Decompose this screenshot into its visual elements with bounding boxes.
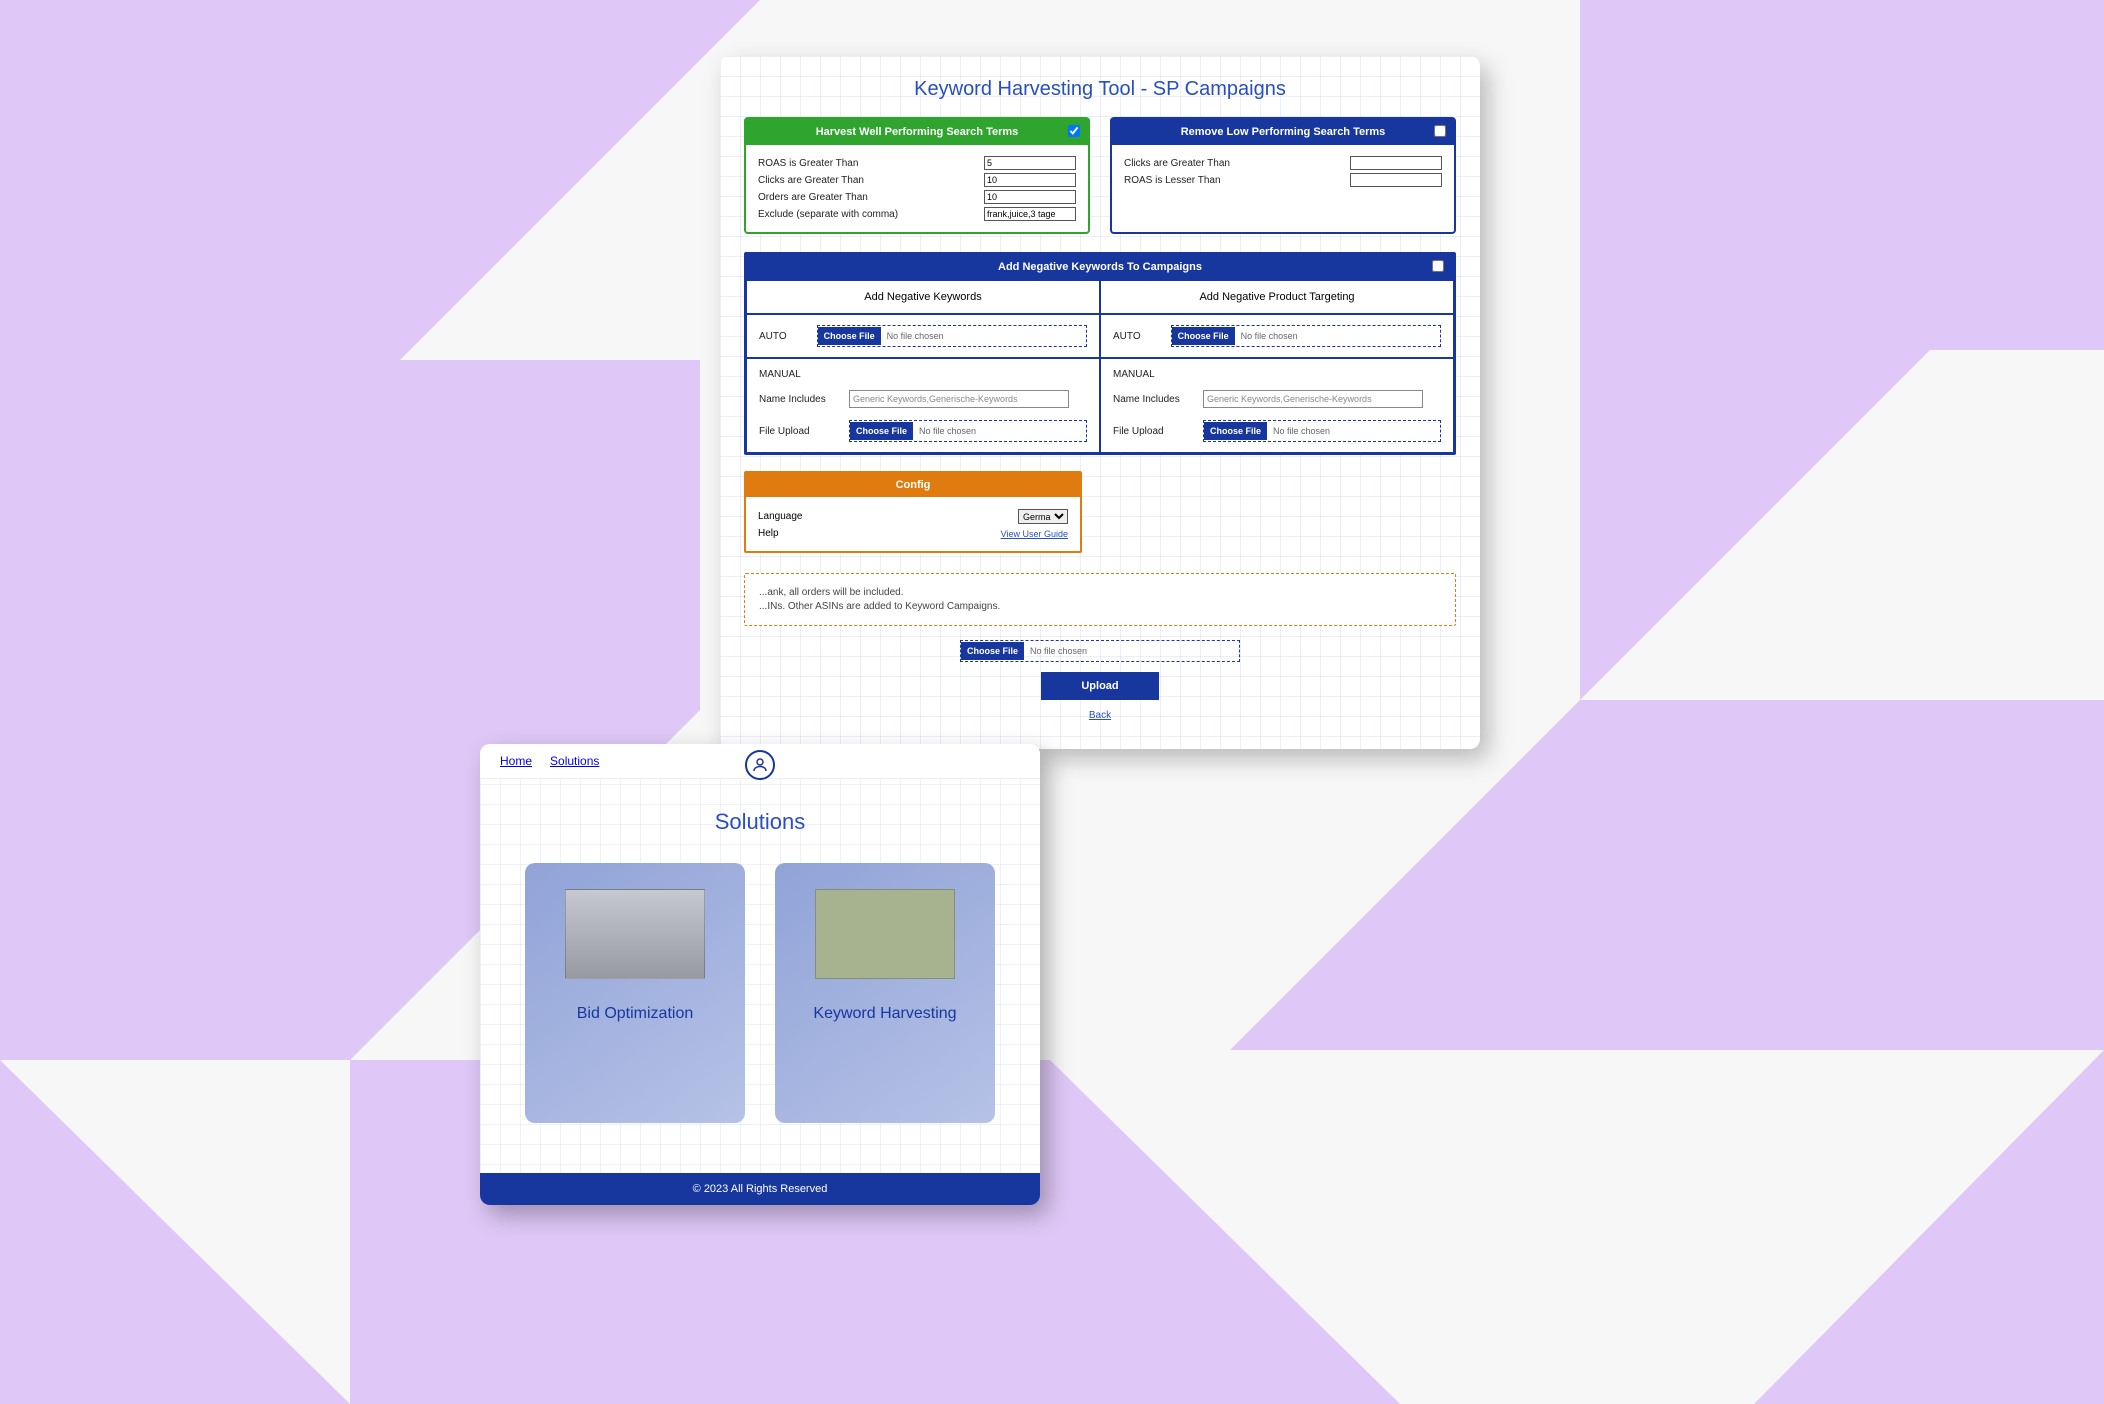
no-file-label: No file chosen: [1267, 426, 1330, 436]
config-panel: Config Language Germa Help View User Gui…: [744, 471, 1082, 553]
neg-pt-auto-file[interactable]: Choose File No file chosen: [1171, 325, 1441, 347]
harvest-exclude-input[interactable]: [984, 207, 1076, 221]
no-file-label: No file chosen: [1024, 646, 1087, 656]
nav-solutions-link[interactable]: Solutions: [550, 754, 599, 768]
nav-home-link[interactable]: Home: [500, 754, 532, 768]
user-avatar-icon[interactable]: [745, 750, 775, 780]
main-upload-file[interactable]: Choose File No file chosen: [960, 640, 1240, 662]
neg-pt-auto-cell: AUTO Choose File No file chosen: [1100, 314, 1454, 358]
neg-pt-name-input[interactable]: [1203, 390, 1423, 408]
upload-area: Choose File No file chosen Upload Back: [744, 640, 1456, 721]
neg-kw-name-input[interactable]: [849, 390, 1069, 408]
solutions-title: Solutions: [510, 809, 1010, 835]
neg-pt-manual-label: MANUAL: [1113, 369, 1441, 380]
neg-product-subhead: Add Negative Product Targeting: [1100, 280, 1454, 314]
config-language-label: Language: [758, 511, 1018, 522]
neg-kw-auto-file[interactable]: Choose File No file chosen: [817, 325, 1087, 347]
solutions-window: Home Solutions Solutions Bid Optimizatio…: [480, 744, 1040, 1205]
neg-keywords-subhead: Add Negative Keywords: [746, 280, 1100, 314]
no-file-label: No file chosen: [881, 331, 944, 341]
neg-kw-auto-cell: AUTO Choose File No file chosen: [746, 314, 1100, 358]
neg-kw-auto-label: AUTO: [759, 331, 787, 342]
bid-optimization-image: [565, 889, 705, 979]
neg-pt-auto-label: AUTO: [1113, 331, 1141, 342]
neg-kw-manual-label: MANUAL: [759, 369, 1087, 380]
bid-optimization-caption: Bid Optimization: [577, 1005, 694, 1023]
choose-file-button[interactable]: Choose File: [850, 422, 913, 440]
neg-kw-manual-file[interactable]: Choose File No file chosen: [849, 420, 1087, 442]
keyword-harvesting-tool-window: Keyword Harvesting Tool - SP Campaigns H…: [720, 56, 1480, 749]
harvest-orders-label: Orders are Greater Than: [758, 192, 984, 203]
file-upload-label: File Upload: [1113, 426, 1193, 437]
solutions-footer: © 2023 All Rights Reserved: [480, 1173, 1040, 1205]
no-file-label: No file chosen: [1235, 331, 1298, 341]
config-help-label: Help: [758, 528, 1001, 539]
neg-pt-manual-file[interactable]: Choose File No file chosen: [1203, 420, 1441, 442]
negative-keywords-panel: Add Negative Keywords To Campaigns Add N…: [744, 252, 1456, 455]
remove-panel-title: Remove Low Performing Search Terms: [1181, 126, 1386, 138]
harvest-roas-input[interactable]: [984, 156, 1076, 170]
remove-roas-label: ROAS is Lesser Than: [1124, 175, 1350, 186]
keyword-harvesting-card[interactable]: Keyword Harvesting: [775, 863, 995, 1123]
negative-panel-title: Add Negative Keywords To Campaigns: [998, 261, 1202, 273]
remove-clicks-label: Clicks are Greater Than: [1124, 158, 1350, 169]
no-file-label: No file chosen: [913, 426, 976, 436]
hints-box: ...ank, all orders will be included. ...…: [744, 573, 1456, 626]
harvest-panel: Harvest Well Performing Search Terms ROA…: [744, 117, 1090, 234]
remove-roas-input[interactable]: [1350, 173, 1442, 187]
harvest-orders-input[interactable]: [984, 190, 1076, 204]
name-includes-label: Name Includes: [1113, 394, 1193, 405]
bid-optimization-card[interactable]: Bid Optimization: [525, 863, 745, 1123]
choose-file-button[interactable]: Choose File: [818, 327, 881, 345]
name-includes-label: Name Includes: [759, 394, 839, 405]
file-upload-label: File Upload: [759, 426, 839, 437]
page-title: Keyword Harvesting Tool - SP Campaigns: [744, 74, 1456, 117]
negative-enable-checkbox[interactable]: [1432, 260, 1444, 272]
config-language-select[interactable]: Germa: [1018, 509, 1068, 524]
remove-panel: Remove Low Performing Search Terms Click…: [1110, 117, 1456, 234]
remove-clicks-input[interactable]: [1350, 156, 1442, 170]
solutions-nav: Home Solutions: [480, 744, 1040, 779]
upload-button[interactable]: Upload: [1041, 672, 1158, 700]
choose-file-button[interactable]: Choose File: [961, 642, 1024, 660]
remove-enable-checkbox[interactable]: [1434, 125, 1446, 137]
harvest-panel-title: Harvest Well Performing Search Terms: [816, 126, 1019, 138]
harvest-exclude-label: Exclude (separate with comma): [758, 209, 984, 220]
hint-line-2: ...INs. Other ASINs are added to Keyword…: [759, 601, 1441, 612]
harvest-enable-checkbox[interactable]: [1068, 125, 1080, 137]
keyword-harvesting-image: [815, 889, 955, 979]
choose-file-button[interactable]: Choose File: [1204, 422, 1267, 440]
neg-kw-manual-cell: MANUAL Name Includes File Upload Choose …: [746, 358, 1100, 453]
keyword-harvesting-caption: Keyword Harvesting: [813, 1005, 956, 1023]
choose-file-button[interactable]: Choose File: [1172, 327, 1235, 345]
view-user-guide-link[interactable]: View User Guide: [1001, 529, 1068, 539]
harvest-roas-label: ROAS is Greater Than: [758, 158, 984, 169]
hint-line-1: ...ank, all orders will be included.: [759, 587, 1441, 598]
harvest-clicks-input[interactable]: [984, 173, 1076, 187]
neg-pt-manual-cell: MANUAL Name Includes File Upload Choose …: [1100, 358, 1454, 453]
config-panel-title: Config: [746, 473, 1080, 497]
back-link[interactable]: Back: [744, 710, 1456, 721]
harvest-clicks-label: Clicks are Greater Than: [758, 175, 984, 186]
